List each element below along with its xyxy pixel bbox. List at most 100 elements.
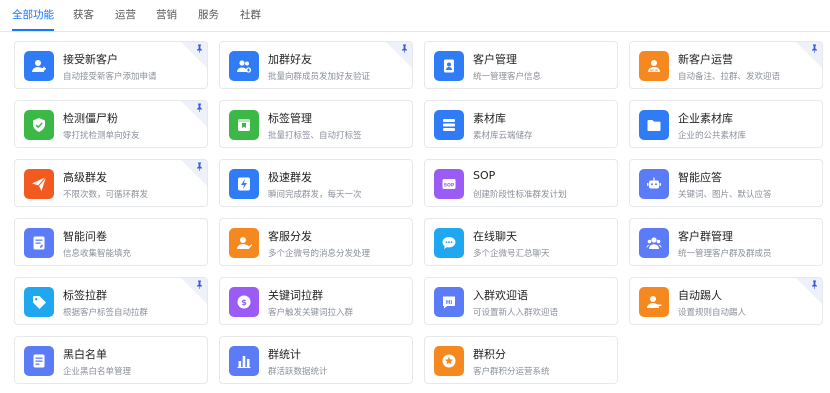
contact-book-icon	[434, 51, 464, 81]
folder-icon	[639, 110, 669, 140]
lightning-icon	[229, 169, 259, 199]
feature-card-title: 智能问卷	[63, 230, 107, 243]
feature-card-description: 群活跃数据统计	[268, 367, 328, 377]
chat-icon	[434, 228, 464, 258]
feature-card[interactable]: 智能应答关键词、图片、默认应答	[629, 159, 823, 207]
feature-card-description: 创建阶段性标准群发计划	[473, 190, 567, 200]
feature-card[interactable]: 客户管理 统一管理客户信息	[424, 41, 618, 89]
feature-card-description: 零打扰检测单向好友	[63, 131, 140, 141]
tab-all[interactable]: 全部功能	[12, 0, 54, 31]
feature-card-title: 客户群管理	[678, 230, 733, 243]
feature-card-description: 统一管理客户群及群成员	[678, 249, 772, 259]
feature-card-title: 客服分发	[268, 230, 312, 243]
feature-card-title: 入群欢迎语	[473, 289, 528, 302]
feature-card-description: 客户触发关键词拉入群	[268, 308, 354, 318]
feature-card[interactable]: 自动踢人设置规则自动踢人	[629, 277, 823, 325]
feature-card[interactable]: 客服分发多个企微号的消息分发处理	[219, 218, 413, 266]
tab-marketing[interactable]: 营销	[156, 0, 177, 31]
feature-card-description: 批量打标签、自动打标签	[268, 131, 362, 141]
feature-card-title: 在线聊天	[473, 230, 517, 243]
feature-card[interactable]: 加群好友 批量向群成员发加好友验证	[219, 41, 413, 89]
points-icon	[434, 346, 464, 376]
feature-card[interactable]: 标签管理批量打标签、自动打标签	[219, 100, 413, 148]
feature-card[interactable]: 极速群发 瞬间完成群发，每天一次	[219, 159, 413, 207]
group-icon	[639, 228, 669, 258]
feature-card-title: 加群好友	[268, 53, 312, 66]
robot-icon	[639, 169, 669, 199]
feature-card[interactable]: 黑白名单企业黑白名单管理	[14, 336, 208, 384]
send-icon	[24, 169, 54, 199]
feature-card-description: 企业黑白名单管理	[63, 367, 132, 377]
top-tab-bar: 全部功能 获客 运营 营销 服务 社群	[0, 0, 830, 32]
tab-acquire[interactable]: 获客	[73, 0, 94, 31]
feature-card-description: 可设置新人入群欢迎语	[473, 308, 559, 318]
service-user-icon	[229, 228, 259, 258]
feature-card-title: 自动踢人	[678, 289, 722, 302]
feature-card[interactable]: 群统计群活跃数据统计	[219, 336, 413, 384]
pin-icon[interactable]	[195, 103, 204, 112]
feature-card-title: 检测僵尸粉	[63, 112, 118, 125]
feature-card-title: 高级群发	[63, 171, 107, 184]
group-add-icon	[229, 51, 259, 81]
feature-card-title: 企业素材库	[678, 112, 733, 125]
form-icon	[24, 228, 54, 258]
pin-icon[interactable]	[195, 280, 204, 289]
feature-card-description: 设置规则自动踢人	[678, 308, 747, 318]
feature-grid: 接受新客户 自动接受新客户添加申请 加群好友 批量向群成员发加好友验证 客户管理 统一管理…	[0, 32, 830, 393]
shield-check-icon	[24, 110, 54, 140]
pin-icon[interactable]	[400, 44, 409, 53]
feature-card[interactable]: NEW 新客户运营 自动备注、拉群、发欢迎语	[629, 41, 823, 89]
feature-card[interactable]: 群积分客户群积分运营系统	[424, 336, 618, 384]
feature-card[interactable]: 素材库 素材库云端储存	[424, 100, 618, 148]
feature-card[interactable]: 高级群发不限次数，可循环群发	[14, 159, 208, 207]
feature-card-description: 多个企微号的消息分发处理	[268, 249, 371, 259]
user-add-icon	[24, 51, 54, 81]
feature-card[interactable]: 检测僵尸粉零打扰检测单向好友	[14, 100, 208, 148]
feature-card-description: 素材库云端储存	[473, 131, 533, 141]
new-customer-icon: NEW	[639, 51, 669, 81]
feature-card[interactable]: SOP SOP 创建阶段性标准群发计划	[424, 159, 618, 207]
feature-card[interactable]: 标签拉群 根据客户标签自动拉群	[14, 277, 208, 325]
hi-icon: Hi	[434, 287, 464, 317]
stack-icon	[434, 110, 464, 140]
keyword-icon: $	[229, 287, 259, 317]
feature-card-description: 不限次数，可循环群发	[63, 190, 149, 200]
feature-card[interactable]: 客户群管理统一管理客户群及群成员	[629, 218, 823, 266]
list-icon	[24, 346, 54, 376]
pin-icon[interactable]	[195, 44, 204, 53]
feature-card-description: 根据客户标签自动拉群	[63, 308, 149, 318]
pin-icon[interactable]	[810, 44, 819, 53]
feature-card[interactable]: $ 关键词拉群客户触发关键词拉入群	[219, 277, 413, 325]
tag-card-icon	[229, 110, 259, 140]
feature-card-title: 客户管理	[473, 53, 517, 66]
feature-card[interactable]: Hi 入群欢迎语可设置新人入群欢迎语	[424, 277, 618, 325]
feature-card-title: 群积分	[473, 348, 506, 361]
pin-icon[interactable]	[810, 280, 819, 289]
feature-card[interactable]: 在线聊天 多个企微号汇总聊天	[424, 218, 618, 266]
feature-card-title: 新客户运营	[678, 53, 733, 66]
feature-card-description: 自动接受新客户添加申请	[63, 72, 157, 82]
bar-chart-icon	[229, 346, 259, 376]
feature-card-title: 智能应答	[678, 171, 722, 184]
feature-card-title: 标签管理	[268, 112, 312, 125]
feature-card[interactable]: 智能问卷 信息收集智能填充	[14, 218, 208, 266]
feature-card-description: 客户群积分运营系统	[473, 367, 550, 377]
feature-card-description: 关键词、图片、默认应答	[678, 190, 772, 200]
feature-card[interactable]: 接受新客户自动接受新客户添加申请	[14, 41, 208, 89]
feature-card-title: SOP	[473, 169, 496, 182]
feature-card-title: 极速群发	[268, 171, 312, 184]
feature-card-title: 接受新客户	[63, 53, 118, 66]
svg-text:NEW: NEW	[650, 68, 659, 72]
svg-text:Hi: Hi	[446, 300, 453, 306]
sop-icon: SOP	[434, 169, 464, 199]
feature-card-title: 关键词拉群	[268, 289, 323, 302]
tab-community[interactable]: 社群	[240, 0, 261, 31]
tab-operate[interactable]: 运营	[115, 0, 136, 31]
tag-icon	[24, 287, 54, 317]
pin-icon[interactable]	[195, 162, 204, 171]
feature-card-title: 黑白名单	[63, 348, 107, 361]
feature-card-title: 群统计	[268, 348, 301, 361]
feature-card[interactable]: 企业素材库企业的公共素材库	[629, 100, 823, 148]
feature-card-description: 企业的公共素材库	[678, 131, 747, 141]
tab-service[interactable]: 服务	[198, 0, 219, 31]
